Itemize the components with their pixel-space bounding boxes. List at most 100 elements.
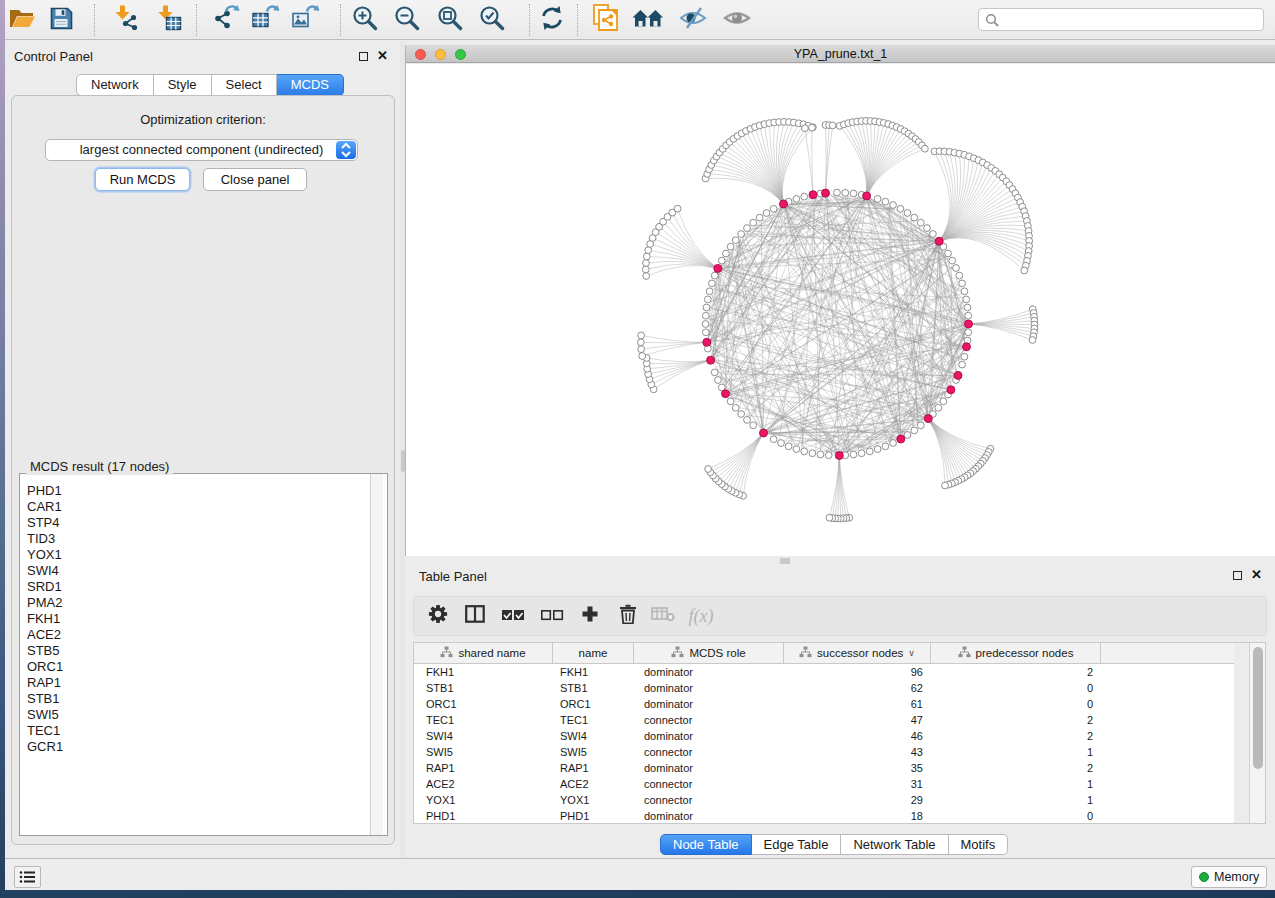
delete-column-icon[interactable] bbox=[619, 604, 637, 628]
network-node[interactable] bbox=[911, 427, 918, 434]
network-node[interactable] bbox=[732, 404, 739, 411]
network-node[interactable] bbox=[793, 446, 800, 453]
mcds-network-node[interactable] bbox=[780, 200, 788, 208]
network-node[interactable] bbox=[638, 346, 645, 353]
zoom-in-icon[interactable] bbox=[352, 4, 379, 35]
mcds-network-node[interactable] bbox=[947, 386, 955, 394]
table-row[interactable]: FKH1FKH1dominator962 bbox=[414, 664, 1234, 680]
export-network-icon[interactable] bbox=[212, 4, 240, 35]
table-row[interactable]: PHD1PHD1dominator180 bbox=[414, 808, 1234, 824]
tab-edge-table[interactable]: Edge Table bbox=[752, 834, 842, 855]
network-node[interactable] bbox=[959, 280, 966, 287]
table-row[interactable]: SWI4SWI4dominator462 bbox=[414, 728, 1234, 744]
mcds-network-node[interactable] bbox=[935, 237, 943, 245]
table-row[interactable]: TEC1TEC1connector472 bbox=[414, 712, 1234, 728]
network-node[interactable] bbox=[723, 250, 730, 257]
network-node[interactable] bbox=[904, 432, 911, 439]
network-node[interactable] bbox=[702, 321, 709, 328]
network-node[interactable] bbox=[744, 417, 751, 424]
mcds-node-item[interactable]: STP4 bbox=[27, 515, 63, 531]
network-window-titlebar[interactable]: YPA_prune.txt_1 bbox=[406, 45, 1275, 63]
column-header-name[interactable]: name bbox=[553, 643, 634, 663]
network-node[interactable] bbox=[930, 231, 937, 238]
network-node[interactable] bbox=[924, 225, 931, 232]
tab-mcds[interactable]: MCDS bbox=[277, 74, 344, 96]
network-node[interactable] bbox=[940, 398, 947, 405]
mcds-node-item[interactable]: STB5 bbox=[27, 643, 63, 659]
network-node[interactable] bbox=[756, 214, 763, 221]
network-node[interactable] bbox=[637, 339, 644, 346]
tab-select[interactable]: Select bbox=[212, 74, 277, 96]
table-row[interactable]: ACE2ACE2connector311 bbox=[414, 776, 1234, 792]
task-history-button[interactable] bbox=[14, 866, 41, 888]
network-node[interactable] bbox=[874, 446, 881, 453]
mcds-network-node[interactable] bbox=[954, 371, 962, 379]
function-builder-icon[interactable]: f(x) bbox=[689, 606, 714, 627]
network-canvas[interactable] bbox=[406, 64, 1275, 556]
mcds-network-node[interactable] bbox=[760, 429, 768, 437]
network-node[interactable] bbox=[642, 266, 649, 273]
network-node[interactable] bbox=[770, 205, 777, 212]
mcds-node-item[interactable]: CAR1 bbox=[27, 499, 63, 515]
mcds-network-node[interactable] bbox=[703, 338, 711, 346]
table-row[interactable]: YOX1YOX1connector291 bbox=[414, 792, 1234, 808]
zoom-selected-icon[interactable] bbox=[479, 4, 506, 35]
mcds-network-node[interactable] bbox=[924, 415, 932, 423]
network-node[interactable] bbox=[953, 265, 960, 272]
mcds-network-node[interactable] bbox=[822, 189, 830, 197]
import-table-icon[interactable] bbox=[156, 4, 183, 35]
network-node[interactable] bbox=[709, 280, 716, 287]
network-node[interactable] bbox=[750, 219, 757, 226]
delete-table-icon[interactable] bbox=[651, 606, 675, 626]
mcds-network-node[interactable] bbox=[965, 320, 973, 328]
mcds-result-scrollbar[interactable] bbox=[370, 474, 383, 835]
open-folder-icon[interactable] bbox=[7, 5, 37, 35]
network-node[interactable] bbox=[890, 440, 897, 447]
network-node[interactable] bbox=[643, 260, 650, 267]
network-node[interactable] bbox=[917, 219, 924, 226]
tab-network-table[interactable]: Network Table bbox=[841, 834, 948, 855]
network-node[interactable] bbox=[965, 312, 972, 319]
network-node[interactable] bbox=[727, 398, 734, 405]
network-node[interactable] bbox=[727, 243, 734, 250]
network-node[interactable] bbox=[917, 422, 924, 429]
scrollbar-thumb[interactable] bbox=[1253, 647, 1263, 769]
share-document-icon[interactable] bbox=[591, 3, 619, 37]
mcds-node-item[interactable]: TEC1 bbox=[27, 723, 63, 739]
network-node[interactable] bbox=[702, 329, 709, 336]
import-network-icon[interactable] bbox=[113, 4, 140, 35]
criterion-select[interactable]: largest connected component (undirected) bbox=[45, 139, 358, 161]
mcds-node-item[interactable]: TID3 bbox=[27, 531, 63, 547]
mcds-node-item[interactable]: STB1 bbox=[27, 691, 63, 707]
network-node[interactable] bbox=[922, 145, 929, 152]
network-node[interactable] bbox=[825, 452, 832, 459]
network-node[interactable] bbox=[949, 257, 956, 264]
network-node[interactable] bbox=[897, 205, 904, 212]
network-node[interactable] bbox=[702, 312, 709, 319]
refresh-icon[interactable] bbox=[539, 5, 565, 35]
network-node[interactable] bbox=[817, 451, 824, 458]
tab-node-table[interactable]: Node Table bbox=[660, 834, 752, 855]
mcds-network-node[interactable] bbox=[963, 343, 971, 351]
network-node[interactable] bbox=[963, 296, 970, 303]
mcds-node-item[interactable]: FKH1 bbox=[27, 611, 63, 627]
network-node[interactable] bbox=[945, 250, 952, 257]
mcds-network-node[interactable] bbox=[809, 191, 817, 199]
network-node[interactable] bbox=[1029, 337, 1036, 344]
network-node[interactable] bbox=[763, 210, 770, 217]
splitter-handle[interactable] bbox=[780, 558, 790, 564]
network-node[interactable] bbox=[858, 450, 865, 457]
add-column-icon[interactable] bbox=[581, 605, 599, 627]
mcds-network-node[interactable] bbox=[714, 264, 722, 272]
table-row[interactable]: RAP1RAP1dominator352 bbox=[414, 760, 1234, 776]
network-node[interactable] bbox=[956, 272, 963, 279]
network-node[interactable] bbox=[809, 450, 816, 457]
network-node[interactable] bbox=[809, 124, 816, 131]
tab-network[interactable]: Network bbox=[76, 74, 154, 96]
network-node[interactable] bbox=[638, 332, 645, 339]
network-node[interactable] bbox=[942, 482, 949, 489]
network-node[interactable] bbox=[882, 443, 889, 450]
network-node[interactable] bbox=[674, 205, 681, 212]
memory-button[interactable]: Memory bbox=[1191, 866, 1267, 888]
network-node[interactable] bbox=[639, 353, 646, 360]
